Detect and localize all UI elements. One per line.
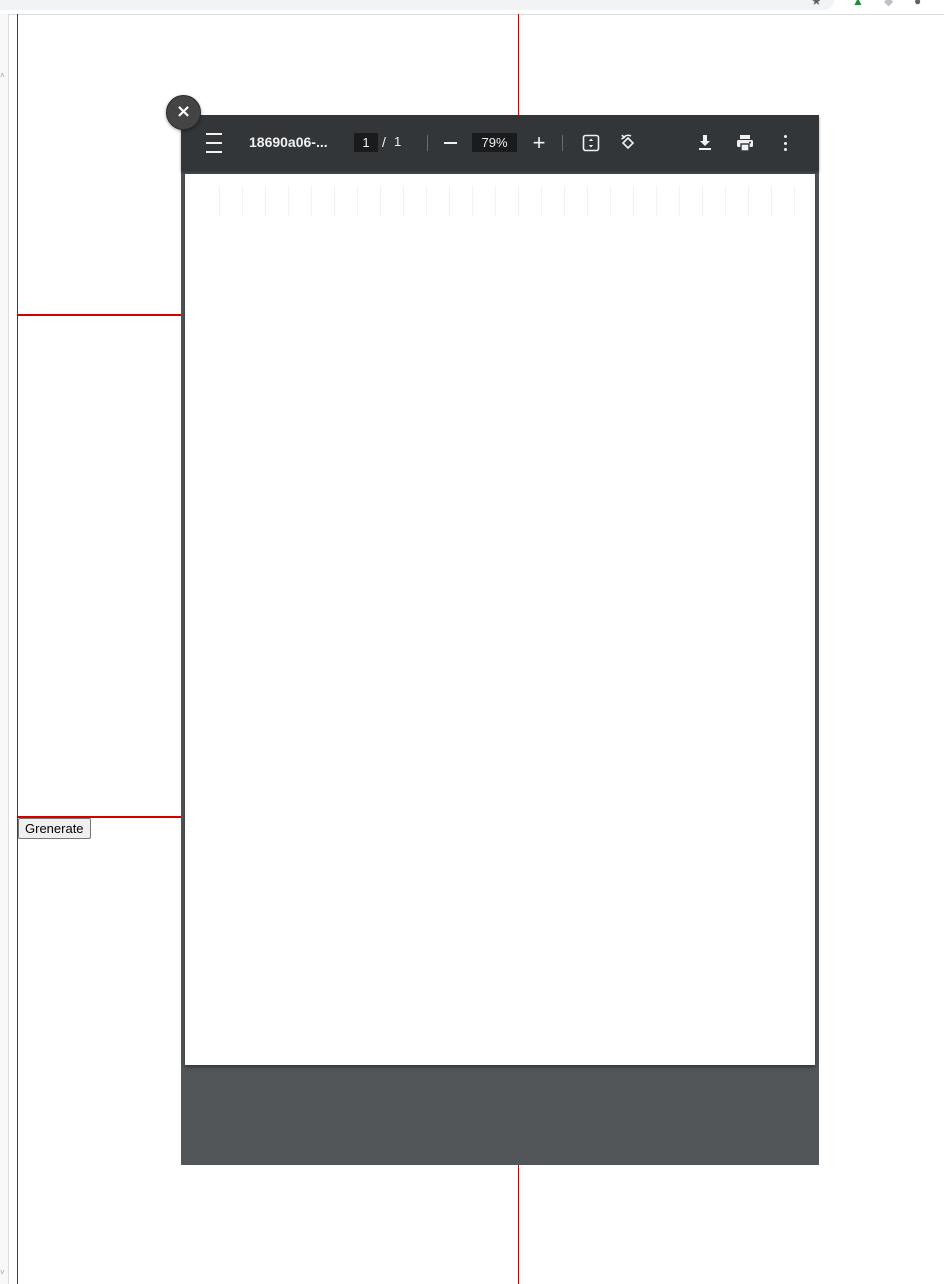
page-total: 1 bbox=[394, 134, 402, 149]
left-scrollbar[interactable]: ˄ ˅ bbox=[0, 14, 9, 1284]
minus-icon bbox=[443, 142, 457, 144]
guide-line-left bbox=[17, 14, 18, 1284]
guide-line-center-top bbox=[518, 14, 519, 115]
shield-icon[interactable]: ◆ bbox=[884, 0, 893, 7]
print-icon[interactable] bbox=[735, 133, 755, 153]
zoom-in-button[interactable]: + bbox=[529, 132, 549, 154]
extension-icon[interactable]: ▲ bbox=[852, 0, 864, 7]
address-bar[interactable] bbox=[0, 0, 834, 10]
fit-to-page-icon[interactable] bbox=[582, 134, 600, 152]
star-icon[interactable]: ★ bbox=[811, 0, 822, 7]
menu-icon[interactable] bbox=[203, 133, 225, 153]
download-icon[interactable] bbox=[695, 132, 715, 152]
pdf-page bbox=[185, 174, 815, 1065]
more-options-icon[interactable] bbox=[775, 133, 795, 153]
close-viewer-button[interactable]: × bbox=[166, 95, 201, 130]
guide-line-center-bottom bbox=[518, 1165, 519, 1284]
generate-button[interactable]: Grenerate bbox=[18, 818, 91, 839]
toolbar-divider bbox=[427, 135, 428, 151]
zoom-level-input[interactable] bbox=[472, 133, 517, 152]
faint-page-content bbox=[197, 186, 809, 216]
pdf-viewer: 18690a06-... / 1 + bbox=[181, 115, 819, 1165]
document-title: 18690a06-... bbox=[249, 134, 328, 150]
zoom-out-button[interactable] bbox=[440, 133, 460, 153]
pdf-toolbar: 18690a06-... / 1 + bbox=[181, 115, 819, 171]
rotate-icon[interactable] bbox=[618, 133, 638, 153]
toolbar-divider bbox=[562, 135, 563, 151]
scroll-up-icon[interactable]: ˄ bbox=[0, 72, 5, 80]
guide-line-horizontal-top bbox=[17, 314, 181, 316]
page-number-input[interactable] bbox=[354, 133, 378, 152]
browser-top-bar: ★ ▲ ◆ ● bbox=[0, 0, 944, 15]
scroll-down-icon[interactable]: ˅ bbox=[0, 1269, 5, 1277]
page-separator: / bbox=[382, 134, 386, 150]
account-icon[interactable]: ● bbox=[914, 0, 921, 7]
